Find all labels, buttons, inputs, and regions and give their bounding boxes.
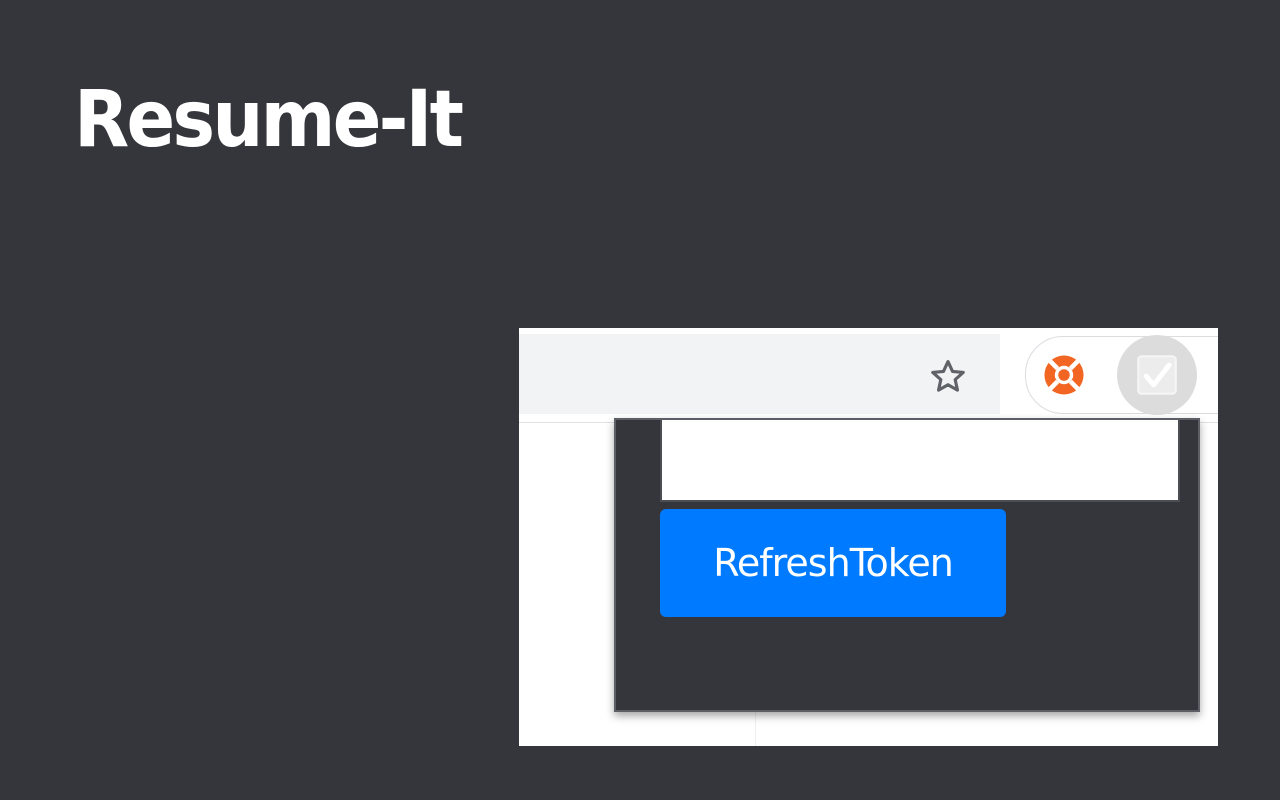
checkbox-icon xyxy=(1137,355,1177,395)
app-title: Resume-It xyxy=(74,75,464,165)
extension-popup: RefreshToken xyxy=(614,418,1200,712)
token-input[interactable] xyxy=(660,420,1180,502)
resume-it-extension-button[interactable] xyxy=(1117,335,1197,415)
refresh-token-button[interactable]: RefreshToken xyxy=(660,509,1006,617)
lifebuoy-icon[interactable] xyxy=(1041,352,1087,398)
star-icon[interactable] xyxy=(927,356,969,398)
browser-toolbar xyxy=(519,328,1218,423)
promo-canvas: Resume-It RefreshToken xyxy=(0,0,1280,800)
browser-screenshot: RefreshToken xyxy=(519,328,1218,746)
